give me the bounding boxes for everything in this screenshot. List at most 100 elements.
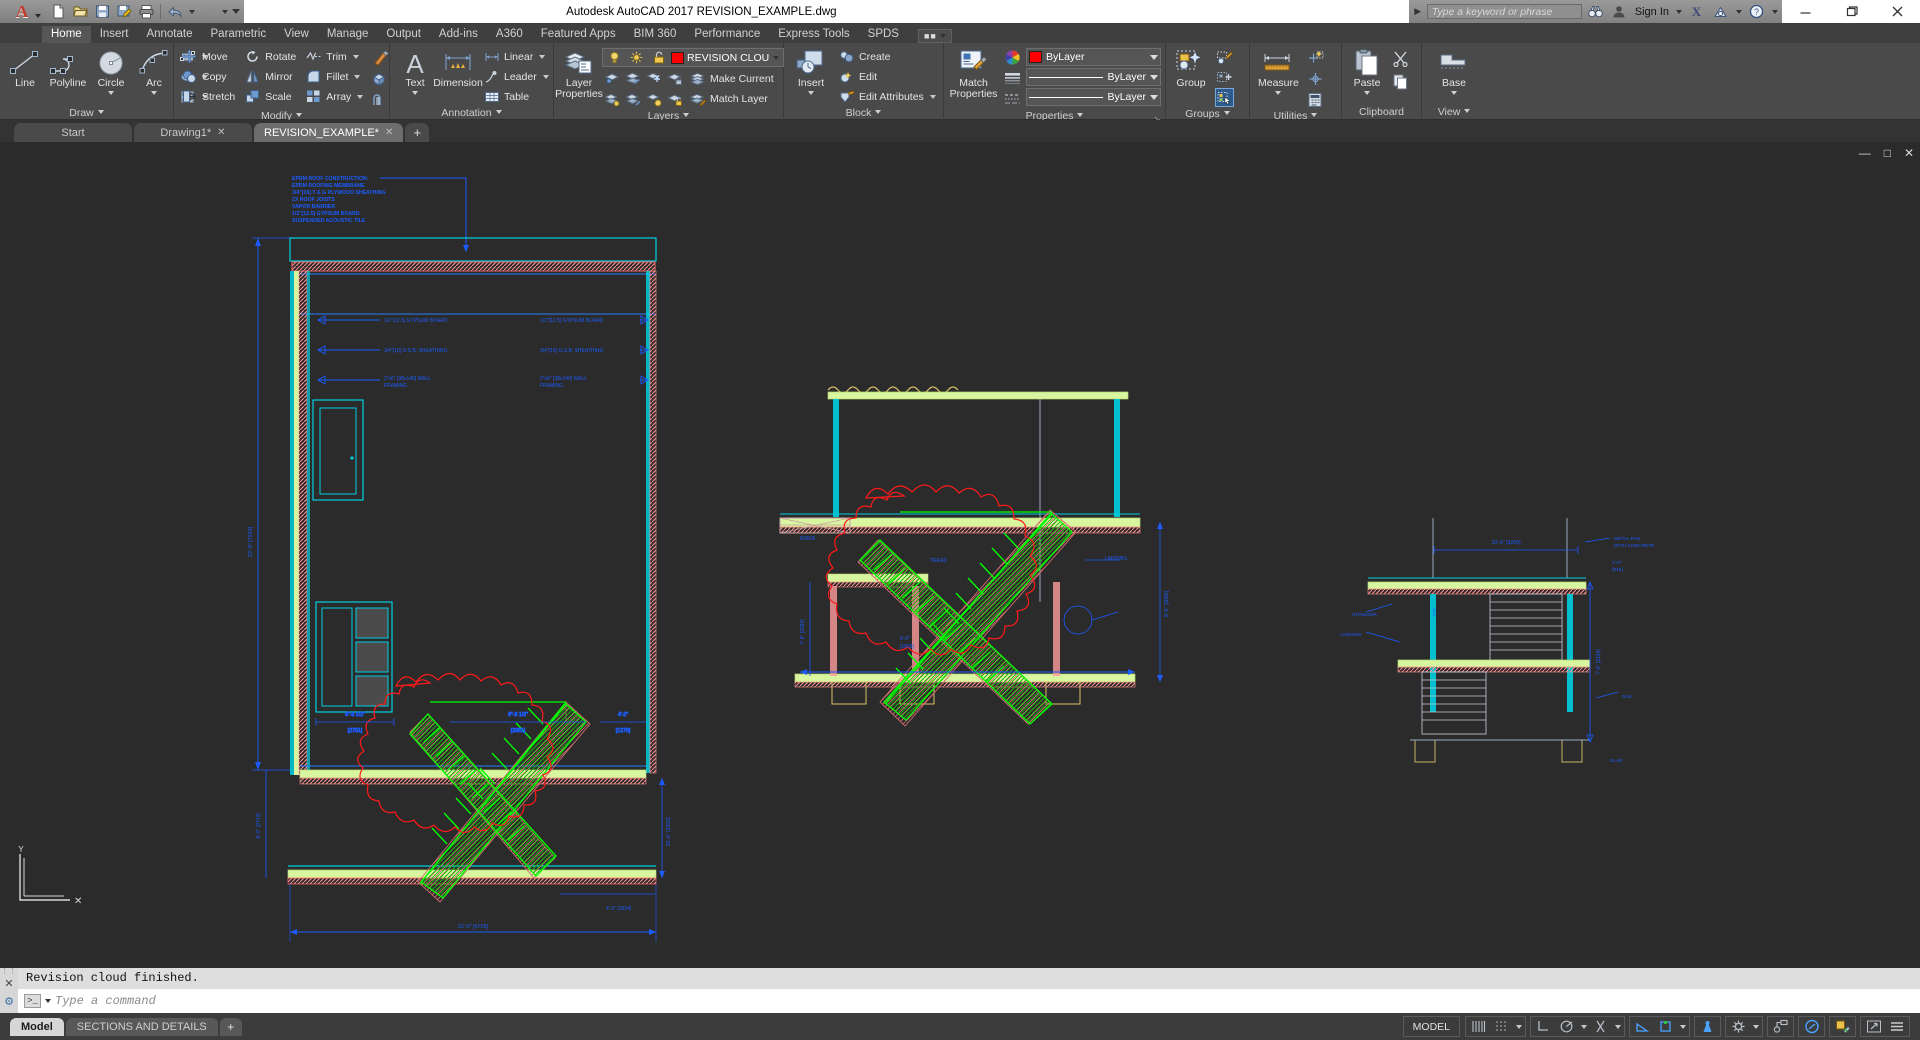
add-layout-button[interactable]: + <box>220 1018 242 1036</box>
layer-match-button[interactable]: Match Layer <box>686 89 777 108</box>
draw-polyline-button[interactable]: Polyline <box>47 46 89 89</box>
ribbon-tab-view[interactable]: View <box>275 26 318 43</box>
ortho-mode-icon[interactable] <box>1532 1016 1555 1037</box>
layer-on-icon[interactable] <box>623 90 642 109</box>
measure-button[interactable]: Measure <box>1254 46 1303 95</box>
file-tab-start[interactable]: Start <box>14 123 132 142</box>
chevron-down-icon[interactable] <box>1150 55 1158 60</box>
isodraft-dropdown-icon[interactable] <box>1612 1016 1623 1037</box>
command-input-row[interactable]: >_ Type a command <box>18 989 1920 1013</box>
annotation-text-button[interactable]: A Text <box>394 46 436 95</box>
paste-button[interactable]: Paste <box>1346 46 1388 95</box>
layer-lock-icon[interactable] <box>665 69 684 88</box>
ribbon-tab-insert[interactable]: Insert <box>91 26 138 43</box>
lineweight-icon[interactable] <box>1003 69 1022 88</box>
chevron-down-icon[interactable] <box>151 91 157 95</box>
command-line-grip[interactable]: ⋮⋮ ✕ ⚙ <box>0 968 18 1013</box>
chevron-down-icon[interactable] <box>353 55 359 59</box>
layout-tab-model[interactable]: Model <box>10 1018 64 1036</box>
modify-array-button[interactable]: Array <box>302 87 366 106</box>
annotation-visibility-icon[interactable] <box>1696 1016 1719 1037</box>
layer-properties-button[interactable]: Layer Properties <box>558 46 600 100</box>
block-create-button[interactable]: Create <box>835 47 939 66</box>
modify-stretch-button[interactable]: Stretch <box>178 87 238 106</box>
draw-arc-button[interactable]: Arc <box>133 46 175 95</box>
undo-dropdown-icon[interactable] <box>187 2 196 21</box>
command-input[interactable]: Type a command <box>55 994 156 1008</box>
sun-icon[interactable] <box>627 48 646 67</box>
model-space-badge[interactable]: MODEL <box>1403 1016 1460 1037</box>
sign-in-dropdown-icon[interactable] <box>1674 2 1683 21</box>
layer-off-icon[interactable] <box>623 69 642 88</box>
snap-dropdown-icon[interactable] <box>1513 1016 1524 1037</box>
base-view-button[interactable]: Base <box>1433 46 1475 95</box>
chevron-down-icon[interactable] <box>354 75 360 79</box>
grid-display-icon[interactable] <box>1467 1016 1490 1037</box>
ribbon-tab-performance[interactable]: Performance <box>685 26 769 43</box>
annotation-leader-button[interactable]: Leader <box>480 67 552 86</box>
autodesk-cloud-icon[interactable] <box>1710 2 1731 21</box>
plot-icon[interactable] <box>136 2 156 21</box>
chevron-down-icon[interactable] <box>543 75 549 79</box>
annoscale-dropdown-icon[interactable] <box>1750 1016 1761 1037</box>
open-file-icon[interactable] <box>70 2 90 21</box>
layer-make-current-button[interactable]: Make Current <box>686 69 777 88</box>
save-as-file-icon[interactable] <box>114 2 134 21</box>
current-layer-combo[interactable]: REVISION CLOUDS <box>602 48 784 67</box>
layer-unlock-icon[interactable] <box>665 90 684 109</box>
modify-fillet-button[interactable]: Fillet <box>302 67 366 86</box>
draw-line-button[interactable]: Line <box>4 46 46 89</box>
copy-clip-icon[interactable] <box>1391 72 1410 91</box>
maximize-icon[interactable] <box>1828 0 1874 23</box>
redo-dropdown-icon[interactable] <box>220 2 229 21</box>
layer-thaw-icon[interactable] <box>644 90 663 109</box>
modify-copy-button[interactable]: Copy <box>178 67 238 86</box>
chevron-down-icon[interactable] <box>412 91 418 95</box>
chevron-down-icon[interactable] <box>108 91 114 95</box>
infocenter-expand-icon[interactable]: ▶ <box>1412 6 1424 17</box>
qat-customize-icon[interactable] <box>231 2 240 21</box>
modify-scale-button[interactable]: Scale <box>241 87 299 106</box>
ribbon-tab-parametric[interactable]: Parametric <box>202 26 276 43</box>
modify-move-button[interactable]: Move <box>178 47 238 66</box>
property-lineweight-combo[interactable]: ByLayer <box>1026 68 1161 86</box>
object-snap-tracking-icon[interactable] <box>1631 1016 1654 1037</box>
sign-in-avatar-icon[interactable] <box>1609 2 1630 21</box>
undo-icon[interactable] <box>165 2 185 21</box>
chevron-down-icon[interactable] <box>1150 75 1158 80</box>
ribbon-tab-featured-apps[interactable]: Featured Apps <box>532 26 625 43</box>
annotation-dimension-button[interactable]: Dimension <box>437 46 479 89</box>
command-close-icon[interactable]: ✕ <box>4 977 13 990</box>
minimize-viewport-icon[interactable]: — <box>1859 148 1871 158</box>
exchange-apps-icon[interactable]: X <box>1686 2 1707 21</box>
maximize-viewport-icon[interactable]: □ <box>1884 148 1891 158</box>
file-tab-revision-example[interactable]: REVISION_EXAMPLE* ✕ <box>254 123 403 142</box>
linetype-icon[interactable] <box>1003 90 1022 109</box>
cut-icon[interactable] <box>1391 49 1410 68</box>
explode-icon[interactable] <box>371 69 390 88</box>
chevron-down-icon[interactable] <box>1275 91 1281 95</box>
ribbon-tab-annotate[interactable]: Annotate <box>137 26 201 43</box>
redo-icon[interactable] <box>198 2 218 21</box>
chevron-down-icon[interactable] <box>1451 91 1457 95</box>
draw-circle-button[interactable]: Circle <box>90 46 132 95</box>
chevron-down-icon[interactable] <box>773 56 779 60</box>
annotation-linear-button[interactable]: Linear <box>480 47 552 66</box>
annotation-table-button[interactable]: Table <box>480 87 552 106</box>
edit-group-icon[interactable] <box>1215 48 1234 67</box>
polar-dropdown-icon[interactable] <box>1578 1016 1589 1037</box>
property-linetype-combo[interactable]: ByLayer <box>1026 88 1161 106</box>
close-icon[interactable] <box>1874 0 1920 23</box>
modify-mirror-button[interactable]: Mirror <box>241 67 299 86</box>
close-icon[interactable]: ✕ <box>385 127 393 138</box>
close-viewport-icon[interactable]: ✕ <box>1904 148 1914 158</box>
ribbon-tab-express-tools[interactable]: Express Tools <box>769 26 858 43</box>
layer-freeze-icon[interactable] <box>644 69 663 88</box>
modify-trim-button[interactable]: Trim <box>302 47 366 66</box>
help-dropdown-icon[interactable] <box>1770 2 1779 21</box>
layout-tab-sections-and-details[interactable]: SECTIONS AND DETAILS <box>66 1018 218 1036</box>
workspace-switching-icon[interactable] <box>1769 1016 1792 1037</box>
ribbon-tab-output[interactable]: Output <box>377 26 430 43</box>
isometric-drafting-icon[interactable] <box>1589 1016 1612 1037</box>
search-binoculars-icon[interactable] <box>1585 2 1606 21</box>
